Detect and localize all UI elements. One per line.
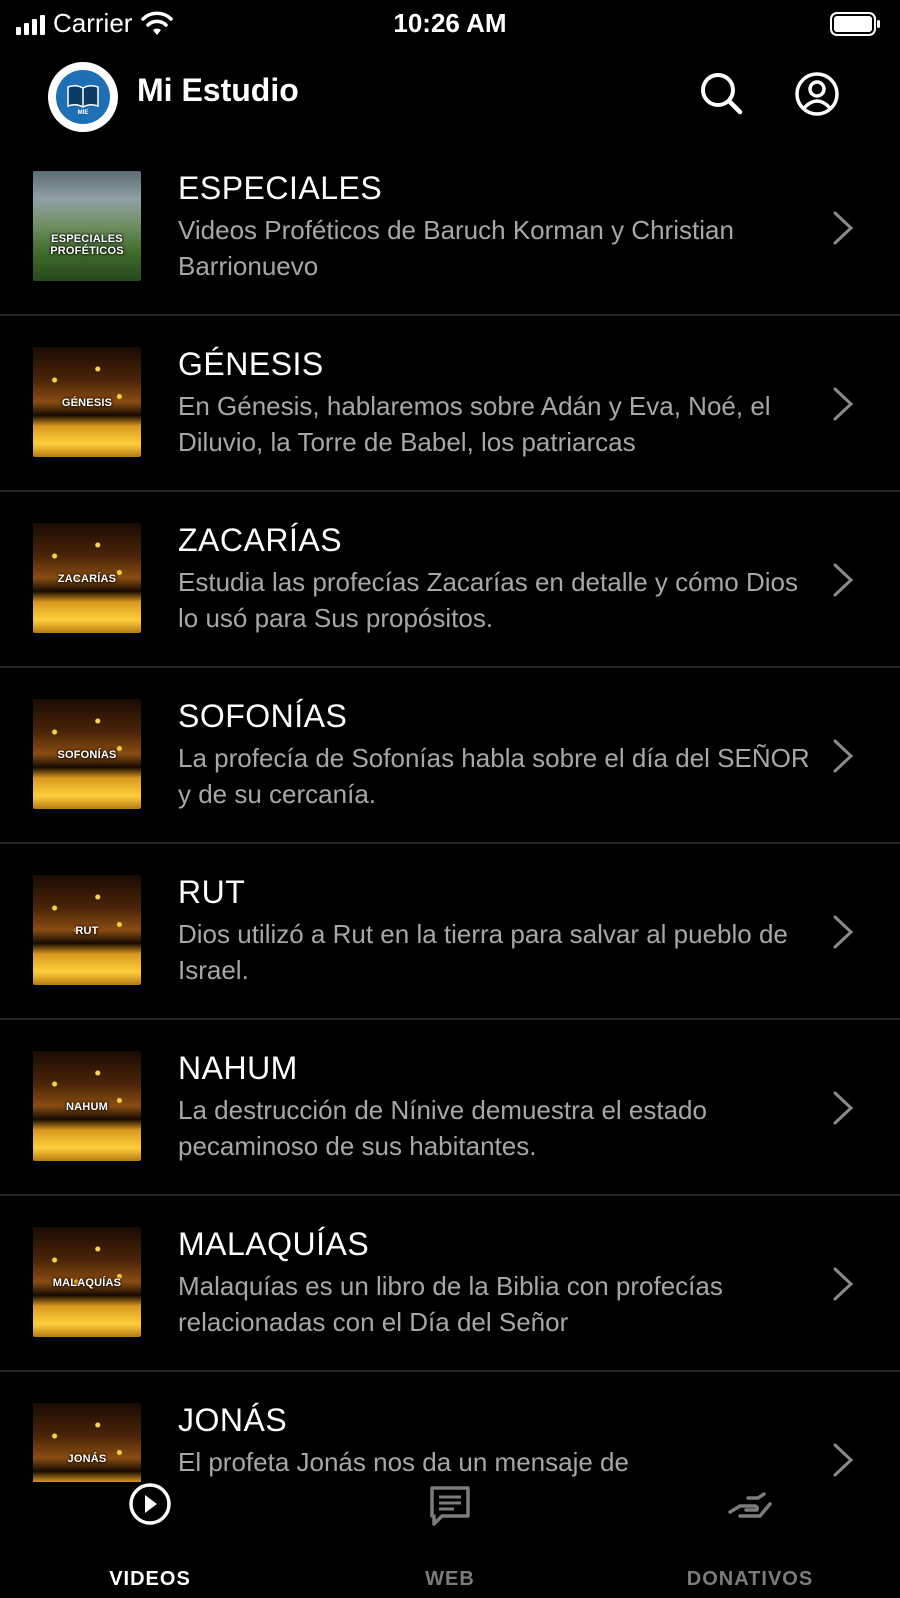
series-thumbnail: RUT [33,875,141,985]
item-description: En Génesis, hablaremos sobre Adán y Eva,… [178,391,771,457]
chevron-right-icon [833,387,854,421]
series-thumbnail: NAHUM [33,1051,141,1161]
item-title: JONÁS [178,1402,288,1438]
donate-icon [728,1492,772,1518]
chevron-right-icon [833,915,854,949]
thumbnail-label: MALAQUÍAS [52,1277,122,1289]
series-thumbnail: GÉNESIS [33,347,141,457]
status-bar: Carrier 10:26 AM [0,0,900,48]
list-item[interactable]: ESPECIALES PROFÉTICOS ESPECIALES Videos Pr… [0,140,900,316]
chevron-right-icon [833,739,854,773]
series-thumbnail: ZACARÍAS [33,523,141,633]
thumbnail-label: SOFONÍAS [57,749,117,761]
thumbnail-label: NAHUM [66,1101,108,1113]
tab-videos[interactable]: VIDEOS [0,1482,300,1598]
item-title: NAHUM [178,1050,298,1086]
chevron-right-icon [833,211,854,245]
thumbnail-label: GÉNESIS [61,397,113,409]
item-title: MALAQUÍAS [178,1226,370,1262]
list-item[interactable]: JONÁS JONÁS El profeta Jonás nos da un men… [0,1372,900,1490]
item-description: La destrucción de Nínive demuestra el es… [178,1095,707,1161]
thumbnail-label: ZACARÍAS [57,573,117,585]
item-title: GÉNESIS [178,346,324,382]
chevron-right-icon [833,1443,854,1477]
clock: 10:26 AM [393,8,507,38]
open-book-icon: MIE [67,84,99,116]
item-description: Estudia las profecías Zacarías en detall… [178,567,798,633]
tab-label-web: WEB [425,1568,475,1590]
page-title: Mi Estudio [137,72,299,108]
item-title: ZACARÍAS [178,522,343,558]
tab-donativos[interactable]: DONATIVOS [600,1482,900,1598]
series-thumbnail: ESPECIALES PROFÉTICOS [33,171,141,281]
item-title: ESPECIALES [178,170,383,206]
web-icon [430,1486,470,1526]
series-list: ESPECIALES PROFÉTICOS ESPECIALES Videos Pr… [0,140,900,1490]
item-title: RUT [178,874,246,910]
logo-text: MIE [78,110,89,116]
tab-label-donativos: DONATIVOS [686,1568,814,1590]
series-thumbnail: MALAQUÍAS [33,1227,141,1337]
app-logo: MIE [48,62,118,132]
thumbnail-label: JONÁS [67,1453,107,1465]
profile-icon[interactable] [791,68,843,120]
tab-web[interactable]: WEB [300,1482,600,1598]
thumbnail-label: ESPECIALES PROFÉTICOS [50,233,124,257]
item-description: Malaquías es un libro de la Biblia con p… [178,1271,723,1337]
battery-icon [830,12,880,36]
list-item[interactable]: MALAQUÍAS MALAQUÍAS Malaquías es un libro … [0,1196,900,1372]
thumbnail-label: RUT [75,925,99,937]
item-description: El profeta Jonás nos da un mensaje de [178,1447,629,1477]
item-title: SOFONÍAS [178,698,348,734]
item-description: La profecía de Sofonías habla sobre el d… [178,743,810,809]
list-item[interactable]: ZACARÍAS ZACARÍAS Estudia las profecías Za… [0,492,900,668]
item-description: Dios utilizó a Rut en la tierra para sal… [178,919,788,985]
list-item[interactable]: RUT RUT Dios utilizó a Rut en la tierra pa… [0,844,900,1020]
list-item[interactable]: SOFONÍAS SOFONÍAS La profecía de Sofonías … [0,668,900,844]
series-thumbnail: SOFONÍAS [33,699,141,809]
chevron-right-icon [833,563,854,597]
chevron-right-icon [833,1267,854,1301]
tab-bar: VIDEOS WEB DONATIVOS [0,1482,900,1598]
list-item[interactable]: NAHUM NAHUM La destrucción de Nínive demu… [0,1020,900,1196]
item-description: Videos Proféticos de Baruch Korman y Chr… [178,215,734,281]
list-item[interactable]: GÉNESIS GÉNESIS En Génesis, hablaremos sob… [0,316,900,492]
play-circle-icon [129,1483,171,1525]
book-logo-icon: MIE [56,70,110,124]
search-icon[interactable] [696,68,748,120]
tab-label-videos: VIDEOS [109,1568,191,1590]
chevron-right-icon [833,1091,854,1125]
series-thumbnail: JONÁS [33,1403,141,1490]
